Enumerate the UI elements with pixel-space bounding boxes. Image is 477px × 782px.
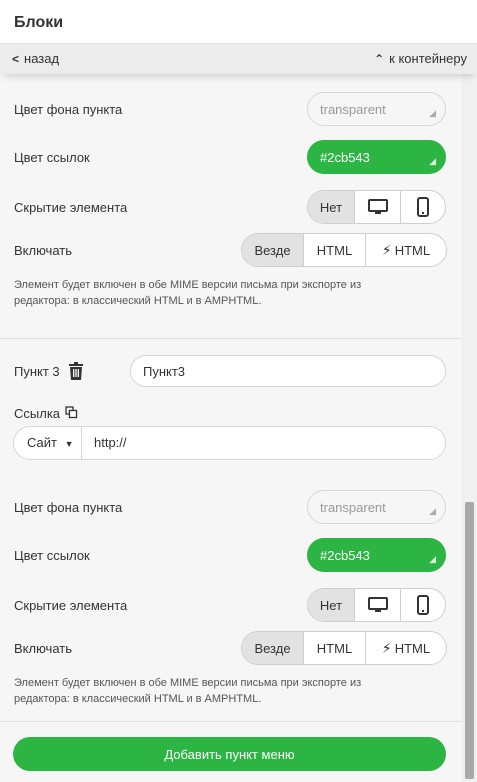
resize-corner-icon: ◢ <box>429 156 436 166</box>
chevron-left-icon: < <box>12 52 20 66</box>
back-label: назад <box>24 51 60 66</box>
include-amphtml-label: HTML <box>394 640 431 656</box>
item3-link-type-value: Сайт <box>27 435 57 450</box>
item2-link-color-value: #2cb543 <box>320 150 370 165</box>
item2-hide-toggle: Нет <box>307 190 446 224</box>
item3-hide-label: Скрытие элемента <box>14 598 128 613</box>
trash-icon[interactable] <box>68 362 84 380</box>
scrollbar[interactable] <box>462 74 477 782</box>
item2-link-color-label: Цвет ссылок <box>14 150 90 165</box>
item2-help-text: Элемент будет включен в обе MIME версии … <box>14 277 414 309</box>
include-html-option[interactable]: HTML <box>303 234 365 266</box>
resize-corner-icon: ◢ <box>429 108 436 118</box>
include-everywhere-option[interactable]: Везде <box>242 632 303 664</box>
hide-none-option[interactable]: Нет <box>308 191 354 223</box>
item3-link-color-value: #2cb543 <box>320 548 370 563</box>
item3-link-color-input[interactable]: #2cb543 ◢ <box>307 538 446 572</box>
item2-hide-label: Скрытие элемента <box>14 200 128 215</box>
include-html-option[interactable]: HTML <box>303 632 365 664</box>
item3-include-row: Включать Везде HTML ⚡︎ HTML <box>0 631 462 667</box>
item2-hide-row: Скрытие элемента Нет <box>0 190 462 226</box>
desktop-icon[interactable] <box>354 589 400 621</box>
item3-bg-color-input[interactable]: transparent ◢ <box>307 490 446 524</box>
desktop-icon[interactable] <box>354 191 400 223</box>
item3-link-color-label: Цвет ссылок <box>14 548 90 563</box>
item2-bg-color-input[interactable]: transparent ◢ <box>307 92 446 126</box>
item3-include-toggle: Везде HTML ⚡︎ HTML <box>241 631 447 665</box>
item3-name-row: Пункт 3 Пункт3 <box>0 355 462 391</box>
item2-help-line1: Элемент будет включен в обе MIME версии … <box>14 279 362 291</box>
include-amphtml-label: HTML <box>394 242 431 258</box>
settings-content: Цвет фона пункта transparent ◢ Цвет ссыл… <box>0 74 462 782</box>
caret-down-icon: ▼ <box>64 439 74 449</box>
divider <box>0 338 462 339</box>
item2-link-color-input[interactable]: #2cb543 ◢ <box>307 140 446 174</box>
scrollbar-thumb[interactable] <box>465 502 474 779</box>
back-link[interactable]: < назад <box>12 51 59 66</box>
item3-name-value: Пункт3 <box>143 364 186 379</box>
item2-help-line2: редактора: в классический HTML и в AMPHT… <box>14 295 262 307</box>
item2-link-color-row: Цвет ссылок #2cb543 ◢ <box>0 140 462 176</box>
to-container-link[interactable]: ⌃ к контейнеру <box>374 51 467 66</box>
mobile-icon[interactable] <box>400 589 445 621</box>
item3-help-line2: редактора: в классический HTML и в AMPHT… <box>14 693 262 705</box>
include-amphtml-option[interactable]: ⚡︎ HTML <box>365 234 446 266</box>
item2-bg-color-row: Цвет фона пункта transparent ◢ <box>0 92 462 128</box>
resize-corner-icon: ◢ <box>429 554 436 564</box>
item3-bg-color-value: transparent <box>320 500 386 515</box>
item2-bg-color-label: Цвет фона пункта <box>14 102 123 117</box>
item3-link-label-row: Ссылка <box>0 404 462 424</box>
item3-include-label: Включать <box>14 641 72 656</box>
resize-corner-icon: ◢ <box>429 506 436 516</box>
item2-include-toggle: Везде HTML ⚡︎ HTML <box>241 233 447 267</box>
chevron-up-icon: ⌃ <box>374 52 385 66</box>
item3-hide-row: Скрытие элемента Нет <box>0 588 462 624</box>
nav-bar: < назад ⌃ к контейнеру <box>0 44 477 74</box>
copy-icon[interactable] <box>65 406 78 419</box>
lightning-icon: ⚡︎ <box>381 241 392 258</box>
divider <box>0 721 462 722</box>
include-amphtml-option[interactable]: ⚡︎ HTML <box>365 632 446 664</box>
mobile-icon[interactable] <box>400 191 445 223</box>
item3-bg-color-row: Цвет фона пункта transparent ◢ <box>0 490 462 526</box>
item3-bg-color-label: Цвет фона пункта <box>14 500 123 515</box>
item2-include-row: Включать Везде HTML ⚡︎ HTML <box>0 233 462 269</box>
add-menu-item-button[interactable]: Добавить пункт меню <box>13 737 446 771</box>
to-container-label: к контейнеру <box>389 51 467 66</box>
item3-link-url-input[interactable]: http:// <box>94 435 127 450</box>
include-everywhere-option[interactable]: Везде <box>242 234 303 266</box>
item3-label: Пункт 3 <box>14 364 60 379</box>
item3-link-input-group: Сайт ▼ http:// <box>13 426 446 460</box>
hide-none-option[interactable]: Нет <box>308 589 354 621</box>
panel-title: Блоки <box>0 0 477 44</box>
item3-link-color-row: Цвет ссылок #2cb543 ◢ <box>0 538 462 574</box>
item3-link-label: Ссылка <box>14 406 61 421</box>
item3-hide-toggle: Нет <box>307 588 446 622</box>
lightning-icon: ⚡︎ <box>381 639 392 656</box>
item2-include-label: Включать <box>14 243 72 258</box>
item3-link-url-value: http:// <box>94 435 127 450</box>
item3-link-type-select[interactable]: Сайт ▼ <box>14 427 82 459</box>
item3-help-text: Элемент будет включен в обе MIME версии … <box>14 675 414 707</box>
item3-help-line1: Элемент будет включен в обе MIME версии … <box>14 677 362 689</box>
item3-name-input[interactable]: Пункт3 <box>130 355 446 387</box>
item2-bg-color-value: transparent <box>320 102 386 117</box>
